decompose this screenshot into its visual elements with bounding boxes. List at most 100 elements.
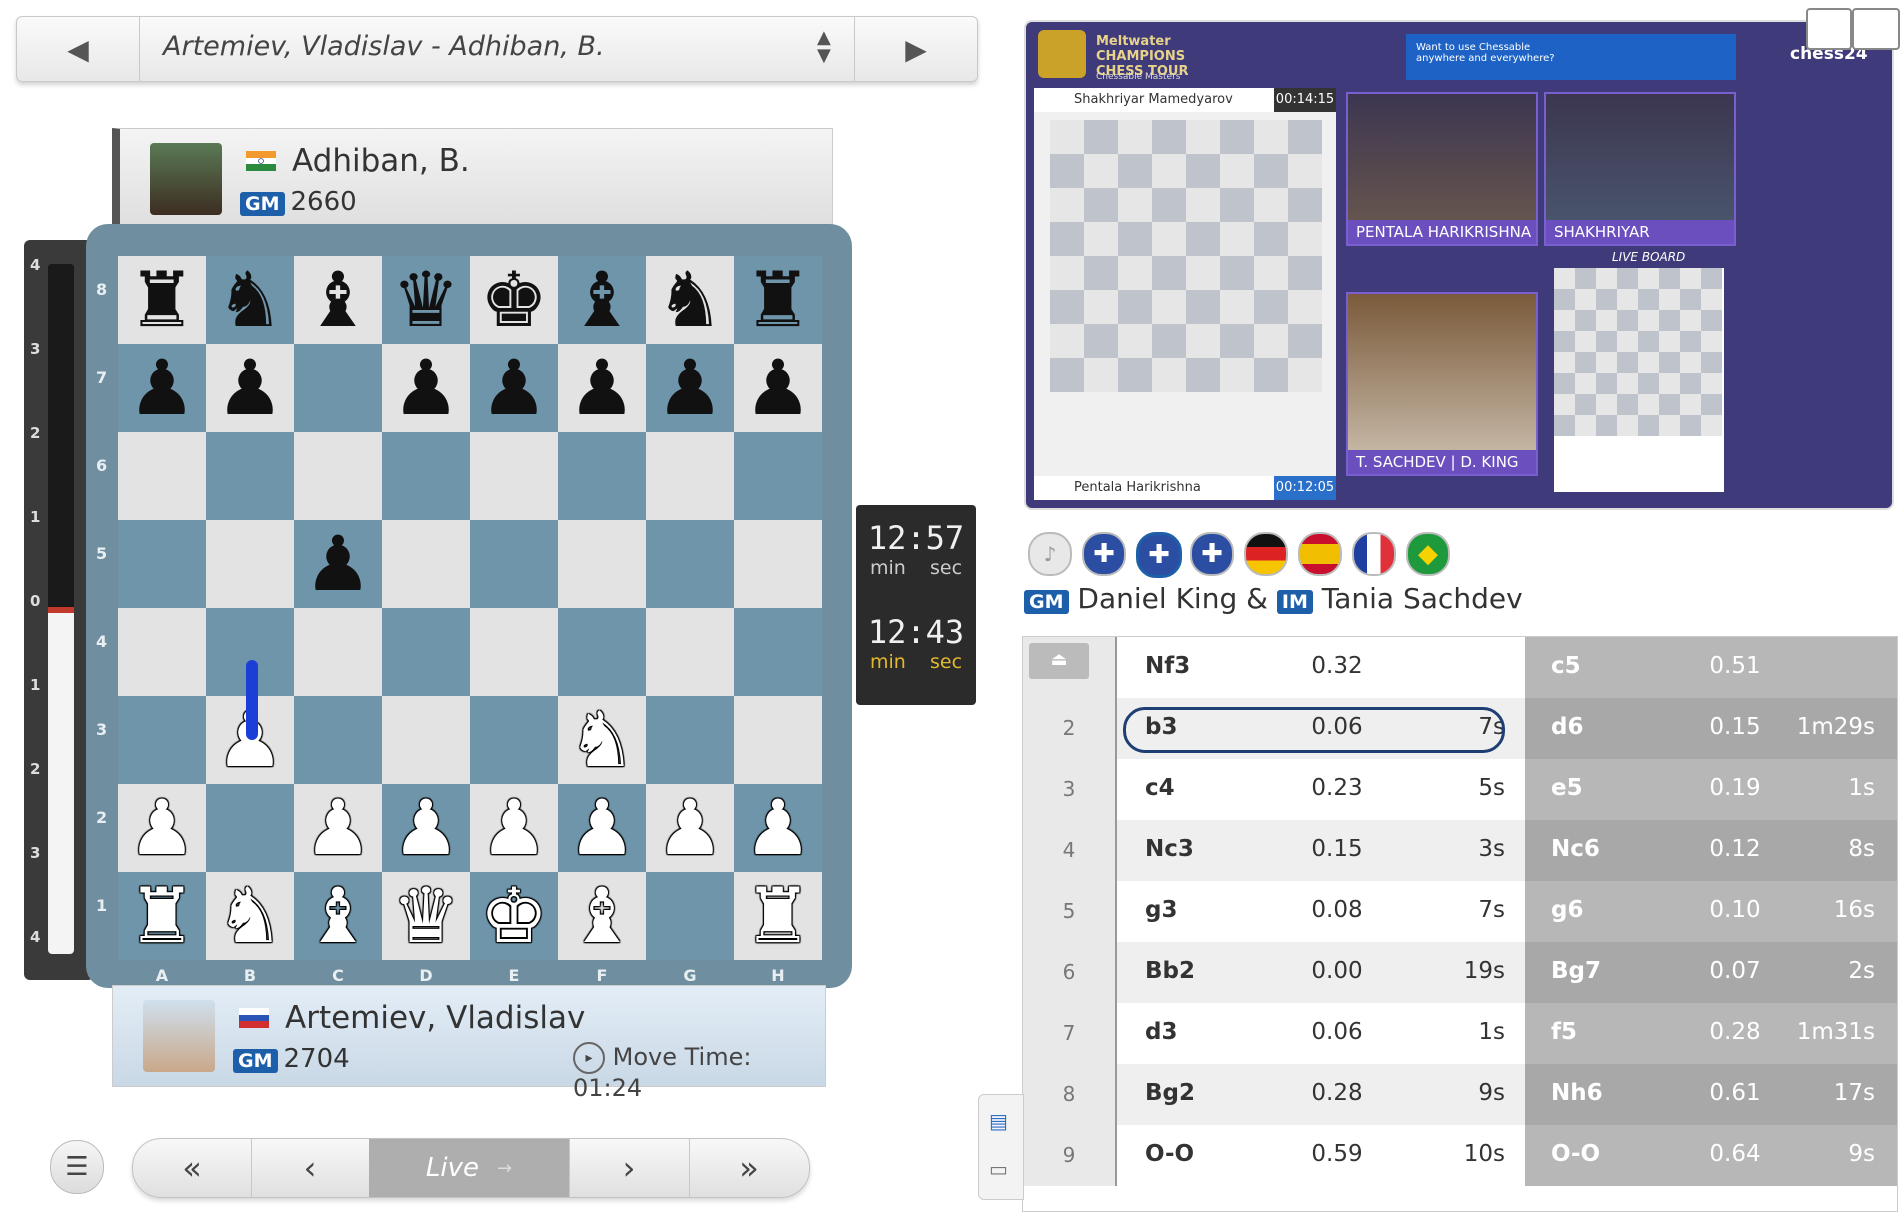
- black-move[interactable]: g6: [1551, 897, 1583, 923]
- square-a5[interactable]: [118, 520, 206, 608]
- square-c4[interactable]: [294, 608, 382, 696]
- black-move-cell[interactable]: c5 0.51: [1525, 637, 1897, 698]
- white-king-icon[interactable]: ♚: [470, 872, 558, 960]
- black-rook-icon[interactable]: ♜: [118, 256, 206, 344]
- last-move-button[interactable]: »: [689, 1139, 809, 1197]
- video-stream[interactable]: Meltwater CHAMPIONS CHESS TOUR Chessable…: [1024, 20, 1894, 510]
- game-title[interactable]: Artemiev, Vladislav - Adhiban, B.: [163, 31, 605, 62]
- square-c3[interactable]: [294, 696, 382, 784]
- black-pawn-icon[interactable]: ♟: [118, 344, 206, 432]
- chessboard[interactable]: ♜♞♝♛♚♝♞♜♟♟♟♟♟♟♟♟♟♞♟♟♟♟♟♟♟♜♞♝♛♚♝♜: [118, 256, 822, 960]
- white-rook-icon[interactable]: ♜: [734, 872, 822, 960]
- white-move[interactable]: Bg2: [1145, 1080, 1195, 1106]
- collapse-button[interactable]: ⏏: [1029, 643, 1089, 679]
- square-g5[interactable]: [646, 520, 734, 608]
- black-move[interactable]: Nc6: [1551, 836, 1600, 862]
- square-e5[interactable]: [470, 520, 558, 608]
- square-b2[interactable]: [206, 784, 294, 872]
- square-a4[interactable]: [118, 608, 206, 696]
- microphone-off-icon[interactable]: ♪: [1028, 532, 1072, 576]
- white-move-cell[interactable]: Bb2 0.00 19s: [1115, 942, 1527, 1003]
- square-d4[interactable]: [382, 608, 470, 696]
- menu-button[interactable]: ☰: [50, 1140, 104, 1194]
- black-move[interactable]: f5: [1551, 1019, 1577, 1045]
- black-move[interactable]: Bg7: [1551, 958, 1601, 984]
- black-queen-icon[interactable]: ♛: [382, 256, 470, 344]
- black-pawn-icon[interactable]: ♟: [382, 344, 470, 432]
- square-f5[interactable]: [558, 520, 646, 608]
- square-d5[interactable]: [382, 520, 470, 608]
- black-move[interactable]: e5: [1551, 775, 1583, 801]
- white-rook-icon[interactable]: ♜: [118, 872, 206, 960]
- black-move-cell[interactable]: Nh6 0.61 17s: [1525, 1064, 1897, 1125]
- black-move-cell[interactable]: d6 0.15 1m29s: [1525, 698, 1897, 759]
- square-h3[interactable]: [734, 696, 822, 784]
- brazil-flag[interactable]: ◆: [1406, 532, 1450, 576]
- square-e6[interactable]: [470, 432, 558, 520]
- square-g6[interactable]: [646, 432, 734, 520]
- square-c6[interactable]: [294, 432, 382, 520]
- square-e3[interactable]: [470, 696, 558, 784]
- black-pawn-icon[interactable]: ♟: [294, 520, 382, 608]
- black-move-cell[interactable]: O-O 0.64 9s: [1525, 1125, 1897, 1186]
- white-move[interactable]: c4: [1145, 775, 1175, 801]
- white-knight-icon[interactable]: ♞: [206, 872, 294, 960]
- white-move[interactable]: O-O: [1145, 1141, 1194, 1167]
- white-move[interactable]: g3: [1145, 897, 1177, 923]
- black-pawn-icon[interactable]: ♟: [470, 344, 558, 432]
- white-pawn-icon[interactable]: ♟: [294, 784, 382, 872]
- black-king-icon[interactable]: ♚: [470, 256, 558, 344]
- square-g1[interactable]: [646, 872, 734, 960]
- white-move-cell[interactable]: c4 0.23 5s: [1115, 759, 1527, 820]
- black-pawn-icon[interactable]: ♟: [206, 344, 294, 432]
- list-icon[interactable]: ▤: [989, 1109, 1008, 1133]
- white-pawn-icon[interactable]: ♟: [734, 784, 822, 872]
- white-queen-icon[interactable]: ♛: [382, 872, 470, 960]
- black-pawn-icon[interactable]: ♟: [734, 344, 822, 432]
- white-knight-icon[interactable]: ♞: [558, 696, 646, 784]
- white-pawn-icon[interactable]: ♟: [558, 784, 646, 872]
- black-knight-icon[interactable]: ♞: [206, 256, 294, 344]
- white-move[interactable]: d3: [1145, 1019, 1177, 1045]
- square-d6[interactable]: [382, 432, 470, 520]
- square-h4[interactable]: [734, 608, 822, 696]
- white-move-cell[interactable]: g3 0.08 7s: [1115, 881, 1527, 942]
- white-move[interactable]: Nf3: [1145, 653, 1190, 679]
- expand-video-button[interactable]: [1806, 8, 1852, 50]
- previous-move-button[interactable]: ‹: [251, 1139, 370, 1197]
- uk-flag[interactable]: ✚: [1082, 532, 1126, 576]
- square-g3[interactable]: [646, 696, 734, 784]
- black-bishop-icon[interactable]: ♝: [558, 256, 646, 344]
- square-f4[interactable]: [558, 608, 646, 696]
- chat-icon[interactable]: ▭: [989, 1157, 1008, 1181]
- uk-flag[interactable]: ✚: [1136, 532, 1182, 578]
- germany-flag[interactable]: [1244, 532, 1288, 576]
- square-a3[interactable]: [118, 696, 206, 784]
- uk-flag[interactable]: ✚: [1190, 532, 1234, 576]
- square-a6[interactable]: [118, 432, 206, 520]
- square-d3[interactable]: [382, 696, 470, 784]
- white-pawn-icon[interactable]: ♟: [118, 784, 206, 872]
- live-button[interactable]: Live →: [369, 1139, 570, 1197]
- black-move-cell[interactable]: Bg7 0.07 2s: [1525, 942, 1897, 1003]
- next-move-button[interactable]: ›: [569, 1139, 690, 1197]
- square-b6[interactable]: [206, 432, 294, 520]
- square-b5[interactable]: [206, 520, 294, 608]
- white-move-cell[interactable]: O-O 0.59 10s: [1115, 1125, 1527, 1186]
- black-move[interactable]: c5: [1551, 653, 1581, 679]
- square-h6[interactable]: [734, 432, 822, 520]
- black-knight-icon[interactable]: ♞: [646, 256, 734, 344]
- square-e4[interactable]: [470, 608, 558, 696]
- black-bishop-icon[interactable]: ♝: [294, 256, 382, 344]
- black-move-cell[interactable]: e5 0.19 1s: [1525, 759, 1897, 820]
- square-f6[interactable]: [558, 432, 646, 520]
- square-c7[interactable]: [294, 344, 382, 432]
- square-g4[interactable]: [646, 608, 734, 696]
- white-bishop-icon[interactable]: ♝: [294, 872, 382, 960]
- first-move-button[interactable]: «: [133, 1139, 252, 1197]
- white-move-cell[interactable]: Nc3 0.15 3s: [1115, 820, 1527, 881]
- white-move[interactable]: Nc3: [1145, 836, 1194, 862]
- white-pawn-icon[interactable]: ♟: [646, 784, 734, 872]
- black-move[interactable]: d6: [1551, 714, 1583, 740]
- black-move-cell[interactable]: f5 0.28 1m31s: [1525, 1003, 1897, 1064]
